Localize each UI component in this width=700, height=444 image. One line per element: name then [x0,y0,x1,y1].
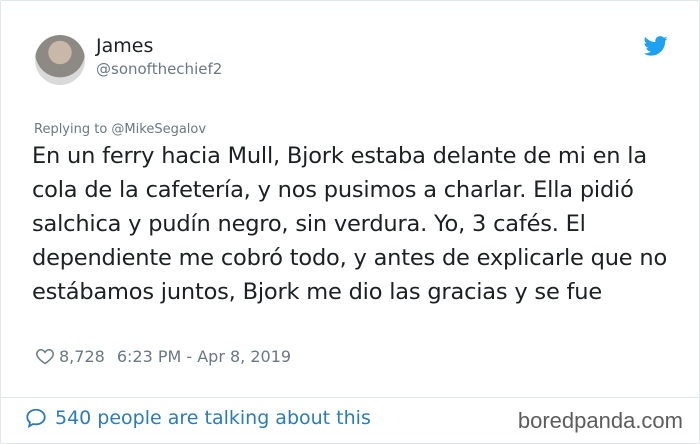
author-name[interactable]: James [96,35,153,57]
tweet-meta: 8,728 6:23 PM - Apr 8, 2019 [35,346,291,366]
tweet-text: En un ferry hacia Mull, Bjork estaba del… [32,143,668,305]
talking-label[interactable]: 540 people are talking about this [55,407,371,429]
twitter-bird-icon[interactable] [644,36,668,56]
tweet-card: James @sonofthechief2 Replying to @MikeS… [0,0,700,444]
comment-bubble-icon [26,408,46,429]
talking-link[interactable]: 540 people are talking about this [25,407,371,429]
reply-context[interactable]: Replying to @MikeSegalov [34,122,206,137]
timestamp[interactable]: 6:23 PM - Apr 8, 2019 [117,347,291,366]
like-count: 8,728 [59,346,105,366]
avatar[interactable] [35,35,85,85]
watermark: boredpanda.com [517,408,683,433]
author-handle[interactable]: @sonofthechief2 [96,60,222,78]
divider [1,397,699,398]
heart-icon[interactable] [35,346,55,366]
